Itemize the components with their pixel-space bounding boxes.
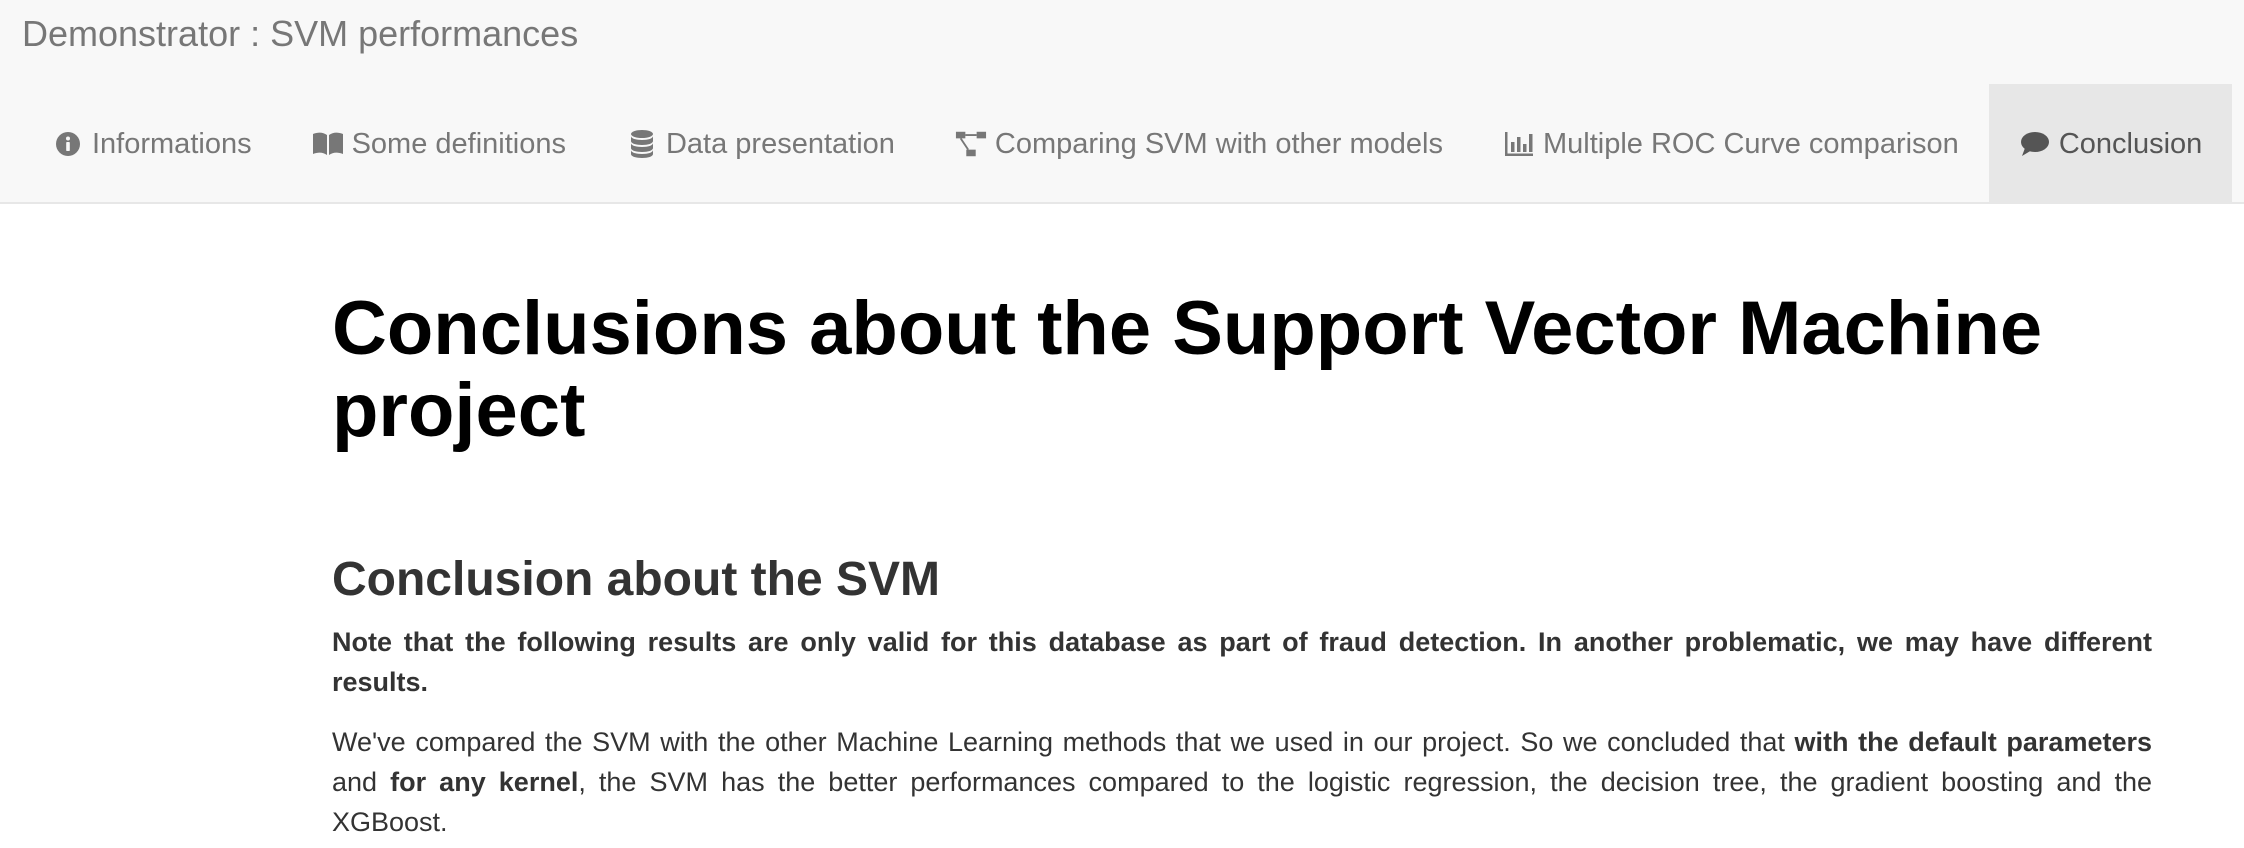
navbar: Demonstrator : SVM performances Informat… <box>0 0 2244 204</box>
tab-bar: Informations Some definitions Data prese… <box>22 84 2233 204</box>
tab-some-definitions[interactable]: Some definitions <box>282 84 596 204</box>
tab-label: Data presentation <box>665 127 895 160</box>
paragraph-text: , the SVM has the better performances co… <box>332 767 2152 837</box>
paragraph-text: We've compared the SVM with the other Ma… <box>332 727 1795 757</box>
tab-data-presentation[interactable]: Data presentation <box>596 84 925 204</box>
tab-label: Multiple ROC Curve comparison <box>1543 127 1959 160</box>
sitemap-icon <box>955 128 987 160</box>
info-circle-icon <box>52 128 84 160</box>
book-open-icon <box>312 128 344 160</box>
tab-conclusion[interactable]: Conclusion <box>1988 84 2233 204</box>
comment-icon <box>2019 128 2051 160</box>
tab-label: Some definitions <box>351 127 566 160</box>
database-icon <box>626 128 658 160</box>
tab-informations[interactable]: Informations <box>22 84 282 204</box>
tab-label: Informations <box>92 127 252 160</box>
paragraph-emphasis: for any kernel <box>390 767 579 797</box>
conclusion-paragraph: We've compared the SVM with the other Ma… <box>332 722 2152 842</box>
main-content: Conclusions about the Support Vector Mac… <box>332 204 2152 842</box>
page-title: Conclusions about the Support Vector Mac… <box>332 286 2043 453</box>
tab-label: Comparing SVM with other models <box>994 127 1443 160</box>
app-title[interactable]: Demonstrator : SVM performances <box>22 10 578 58</box>
paragraph-emphasis: with the default parameters <box>1794 727 2152 757</box>
tab-label: Conclusion <box>2058 127 2203 160</box>
bar-chart-icon <box>1503 128 1535 160</box>
tab-comparing-svm[interactable]: Comparing SVM with other models <box>925 84 1473 204</box>
paragraph-text: and <box>332 767 391 797</box>
tab-multiple-roc[interactable]: Multiple ROC Curve comparison <box>1473 84 1989 204</box>
section-title: Conclusion about the SVM <box>332 553 940 606</box>
note-paragraph: Note that the following results are only… <box>332 627 2152 697</box>
